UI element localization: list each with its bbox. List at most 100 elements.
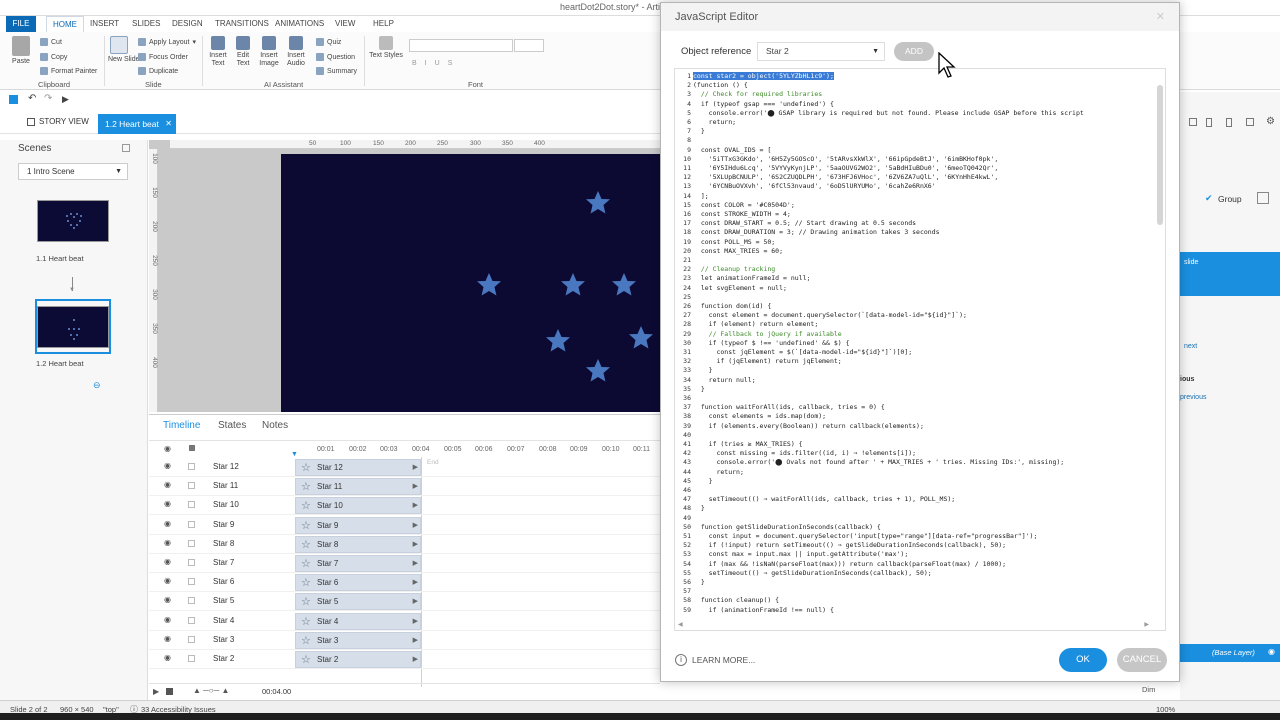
- close-icon[interactable]: ✕: [165, 114, 172, 134]
- vertical-scrollbar[interactable]: [1157, 77, 1163, 622]
- chevron-right-icon[interactable]: ▶: [413, 597, 418, 605]
- layout-icon[interactable]: [1226, 118, 1232, 127]
- star-shape[interactable]: [586, 191, 610, 214]
- playhead-icon[interactable]: ▼: [291, 451, 298, 458]
- timeline-bar[interactable]: ☆ Star 12 ▶: [295, 459, 421, 476]
- base-layer-row[interactable]: (Base Layer) ◉: [1180, 644, 1280, 662]
- tab-transitions[interactable]: TRANSITIONS: [209, 16, 275, 32]
- font-family-select[interactable]: [409, 39, 513, 52]
- collapse-icon[interactable]: [122, 144, 130, 152]
- undo-icon[interactable]: ↶: [28, 93, 36, 104]
- zoom-slider[interactable]: ▲ ─○─ ▲: [193, 686, 229, 695]
- next-link[interactable]: next: [1184, 343, 1197, 350]
- layout-icon[interactable]: [1189, 118, 1197, 126]
- star-shape[interactable]: [561, 273, 585, 296]
- apply-layout-button[interactable]: Apply Layout ▾: [138, 38, 196, 46]
- eye-icon[interactable]: ◉: [164, 615, 171, 624]
- preview-icon[interactable]: ▶: [62, 94, 69, 105]
- lock-icon[interactable]: [189, 445, 195, 451]
- timeline-row[interactable]: ◉ Star 3 ☆ Star 3 ▶: [149, 631, 660, 650]
- chevron-right-icon[interactable]: ▶: [413, 521, 418, 529]
- timeline-bar[interactable]: ☆ Star 9 ▶: [295, 516, 421, 534]
- timeline-bar[interactable]: ☆ Star 8 ▶: [295, 535, 421, 553]
- check-icon[interactable]: ✔: [1205, 193, 1213, 204]
- tab-design[interactable]: DESIGN: [166, 16, 209, 32]
- trigger-highlight[interactable]: slide: [1180, 252, 1280, 296]
- lock-toggle[interactable]: [188, 559, 195, 566]
- code-editor[interactable]: 1 2 3 4 5 6 7 8 9 10 11 12 13 14 15 16 17 18 19 20 21 22 23 24 2…: [674, 68, 1166, 631]
- star-shape[interactable]: [612, 273, 636, 296]
- timeline-row[interactable]: ◉ Star 6 ☆ Star 6 ▶: [149, 573, 660, 593]
- scroll-right-icon[interactable]: ▶: [1144, 621, 1149, 628]
- eye-icon[interactable]: ◉: [164, 576, 171, 585]
- eye-icon[interactable]: ◉: [164, 538, 171, 547]
- timeline-row[interactable]: ◉ Star 5 ☆ Star 5 ▶: [149, 592, 660, 612]
- timeline-bar[interactable]: ☆ Star 7 ▶: [295, 555, 421, 572]
- chevron-right-icon[interactable]: ▶: [413, 617, 418, 625]
- copy-button[interactable]: Copy: [40, 53, 67, 61]
- underline-icon[interactable]: U: [435, 60, 440, 67]
- layout-icon[interactable]: [1246, 118, 1254, 126]
- timeline-ruler[interactable]: 00:01 00:02 00:03 00:04 00:05 00:06 00:0…: [295, 444, 655, 456]
- lock-toggle[interactable]: [188, 539, 195, 547]
- strikethrough-icon[interactable]: S: [448, 60, 453, 67]
- cut-button[interactable]: Cut: [40, 38, 62, 46]
- eye-icon[interactable]: ◉: [164, 634, 171, 643]
- quiz-button[interactable]: Quiz: [316, 38, 341, 46]
- learn-more-link[interactable]: i LEARN MORE...: [675, 654, 755, 666]
- star-shape[interactable]: [477, 273, 501, 296]
- save-icon[interactable]: [9, 95, 18, 104]
- eye-icon[interactable]: ◉: [164, 557, 171, 566]
- summary-button[interactable]: Summary: [316, 67, 357, 75]
- timeline-row[interactable]: ◉ Star 11 ☆ Star 11 ▶: [149, 477, 660, 497]
- eye-icon[interactable]: ◉: [164, 461, 171, 470]
- star-shape[interactable]: [586, 359, 610, 382]
- timeline-row[interactable]: ◉ Star 8 ☆ Star 8 ▶: [149, 535, 660, 554]
- ok-button[interactable]: OK: [1059, 648, 1107, 672]
- format-painter-button[interactable]: Format Painter: [40, 67, 97, 75]
- eye-icon[interactable]: ◉: [164, 519, 171, 528]
- tab-file[interactable]: FILE: [6, 16, 36, 32]
- story-view-button[interactable]: STORY VIEW: [27, 117, 89, 126]
- focus-order-button[interactable]: Focus Order: [138, 53, 188, 61]
- slide-canvas[interactable]: [281, 154, 660, 412]
- eye-icon[interactable]: ◉: [164, 480, 171, 489]
- lock-toggle[interactable]: [188, 578, 195, 586]
- gear-icon[interactable]: ⚙: [1266, 116, 1275, 127]
- slide-thumbnail-1[interactable]: [37, 200, 109, 242]
- chevron-right-icon[interactable]: ▶: [413, 655, 418, 663]
- lock-toggle[interactable]: [188, 635, 195, 643]
- group-icon[interactable]: [1257, 192, 1269, 204]
- chevron-right-icon[interactable]: ▶: [413, 540, 418, 548]
- insert-image-button[interactable]: Insert Image: [256, 36, 282, 68]
- tab-slide-heart-beat[interactable]: 1.2 Heart beat ✕: [98, 114, 176, 134]
- timeline-bar[interactable]: ☆ Star 11 ▶: [295, 478, 421, 496]
- lock-toggle[interactable]: [188, 520, 195, 528]
- tab-help[interactable]: HELP: [367, 16, 400, 32]
- paste-button[interactable]: Paste: [8, 36, 34, 66]
- eye-icon[interactable]: ◉: [164, 595, 171, 604]
- chevron-right-icon[interactable]: ▶: [413, 578, 418, 586]
- eye-icon[interactable]: ◉: [164, 653, 171, 662]
- duplicate-button[interactable]: Duplicate: [138, 67, 178, 75]
- close-icon[interactable]: ✕: [1156, 10, 1165, 23]
- object-reference-select[interactable]: Star 2 ▼: [757, 42, 885, 61]
- play-icon[interactable]: ▶: [153, 687, 159, 696]
- lock-toggle[interactable]: [188, 463, 195, 470]
- timeline-row[interactable]: ◉ Star 4 ☆ Star 4 ▶: [149, 612, 660, 631]
- redo-icon[interactable]: ↷: [44, 93, 52, 104]
- insert-text-button[interactable]: Insert Text: [206, 36, 230, 68]
- chevron-right-icon[interactable]: ▶: [413, 636, 418, 644]
- question-button[interactable]: Question: [316, 53, 355, 61]
- lock-toggle[interactable]: [188, 501, 195, 509]
- tab-insert[interactable]: INSERT: [84, 16, 125, 32]
- bold-icon[interactable]: B: [412, 60, 417, 67]
- tab-slides[interactable]: SLIDES: [126, 16, 166, 32]
- chevron-right-icon[interactable]: ▶: [413, 463, 418, 471]
- italic-icon[interactable]: I: [425, 60, 427, 67]
- tab-home[interactable]: HOME: [46, 16, 84, 32]
- chevron-right-icon[interactable]: ▶: [413, 501, 418, 509]
- eye-icon[interactable]: ◉: [1268, 647, 1275, 656]
- chevron-right-icon[interactable]: ▶: [413, 559, 418, 567]
- timeline-row[interactable]: ◉ Star 7 ☆ Star 7 ▶: [149, 554, 660, 573]
